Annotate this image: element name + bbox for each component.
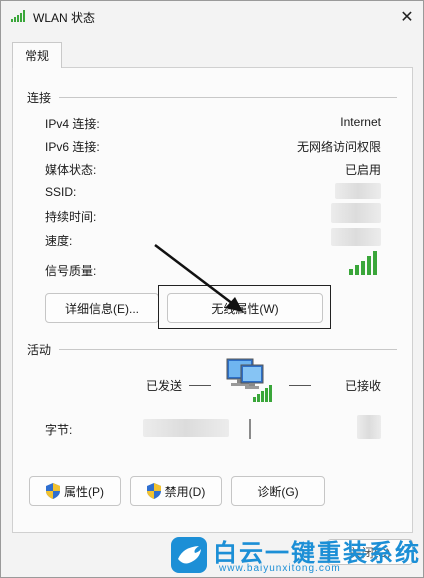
duration-label: 持续时间:: [45, 210, 97, 224]
duration-value-redacted: [331, 203, 381, 223]
sent-dash: [189, 385, 211, 386]
network-computer-icon: [226, 358, 272, 402]
window-title: WLAN 状态: [33, 11, 96, 25]
tab-general-label: 常规: [24, 49, 49, 63]
ipv6-value: 无网络访问权限: [296, 140, 381, 154]
shield-icon: [146, 483, 161, 499]
ipv4-label: IPv4 连接:: [45, 117, 100, 131]
speed-label: 速度:: [45, 234, 73, 248]
signal-strength-icon: [349, 251, 377, 275]
wlan-status-window: WLAN 状态 ✕ 常规 连接 IPv4 连接: Internet IPv6 连…: [0, 0, 424, 578]
shield-icon: [46, 483, 60, 499]
close-icon: ✕: [400, 9, 414, 26]
close-window-button[interactable]: ✕: [391, 1, 423, 33]
bytes-sent-redacted: [143, 419, 229, 437]
diagnose-button-label: 诊断(G): [257, 484, 299, 499]
ipv4-value: Internet: [340, 115, 381, 129]
bytes-received-redacted: [357, 415, 381, 439]
bytes-label: 字节:: [45, 423, 73, 437]
activity-section-label: 活动: [27, 343, 52, 357]
ssid-value-redacted: [335, 183, 381, 199]
ssid-label: SSID:: [45, 185, 77, 199]
activity-divider: [59, 349, 397, 350]
properties-button-label: 属性(P): [64, 484, 104, 499]
received-dash: [289, 385, 311, 386]
sent-label: 已发送: [146, 379, 183, 393]
tab-general[interactable]: 常规: [12, 42, 62, 68]
properties-button[interactable]: 属性(P): [29, 476, 121, 506]
connection-divider: [59, 97, 397, 98]
diagnose-button[interactable]: 诊断(G): [231, 476, 325, 506]
received-label: 已接收: [345, 379, 382, 393]
media-state-label: 媒体状态:: [45, 163, 97, 177]
details-button-label: 详细信息(E)...: [65, 301, 139, 316]
connection-section-label: 连接: [27, 91, 52, 105]
watermark-url: www.baiyunxitong.com: [219, 563, 341, 574]
ipv6-label: IPv6 连接:: [45, 140, 100, 154]
speed-value-redacted: [331, 228, 381, 246]
bytes-divider: [249, 419, 251, 439]
annotation-arrow-icon: [154, 244, 243, 312]
bird-logo-icon: [171, 537, 207, 573]
title-bar: WLAN 状态 ✕: [1, 1, 423, 33]
signal-quality-label: 信号质量:: [45, 264, 97, 278]
disable-button-label: 禁用(D): [164, 484, 206, 499]
watermark: 白云一键重装系统 www.baiyunxitong.com: [171, 531, 424, 578]
signal-icon: [11, 10, 25, 22]
media-state-value: 已启用: [344, 163, 381, 177]
disable-button[interactable]: 禁用(D): [130, 476, 222, 506]
details-button[interactable]: 详细信息(E)...: [45, 293, 159, 323]
